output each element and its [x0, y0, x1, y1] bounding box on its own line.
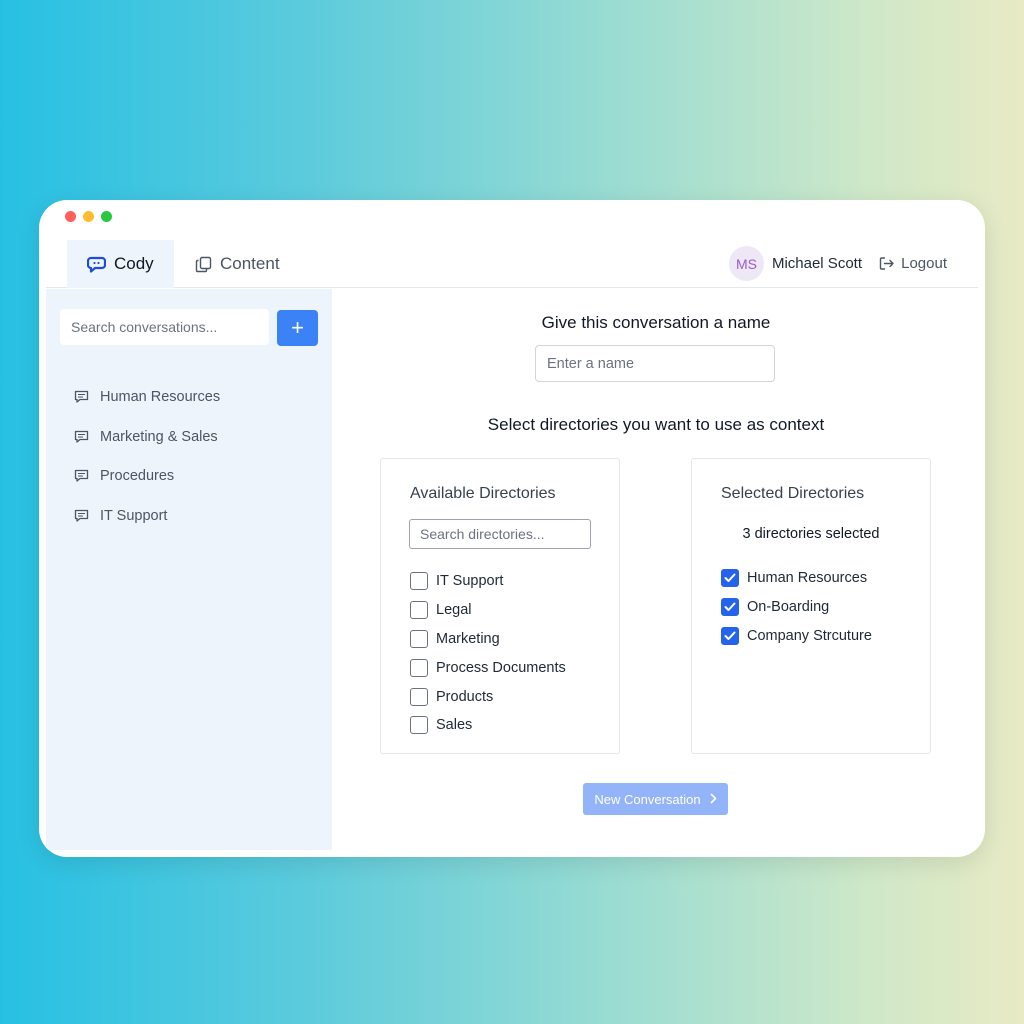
conversation-item-procedures[interactable]: Procedures — [74, 456, 220, 496]
app-window: Cody Content MS Michael Scott Logout Sea… — [39, 200, 985, 857]
conversation-label: Human Resources — [100, 388, 221, 405]
conversation-label: IT Support — [100, 507, 168, 524]
selected-directory-human-resources[interactable]: Human Resources — [721, 564, 872, 593]
directory-label: Marketing — [436, 630, 500, 647]
sidebar: + Human Resources Marketing & Sales Proc… — [46, 289, 332, 850]
conversation-label: Marketing & Sales — [100, 428, 218, 445]
chevron-right-icon — [710, 792, 717, 807]
user-name: Michael Scott — [771, 255, 862, 272]
directory-option-sales[interactable]: Sales — [410, 711, 566, 740]
logout-label: Logout — [901, 255, 947, 272]
tab-content-label: Content — [220, 254, 280, 273]
conversation-label: Procedures — [100, 468, 175, 485]
directory-label: Products — [436, 688, 494, 705]
available-directories-title: Available Directories — [410, 485, 556, 502]
conversation-name-heading: Give this conversation a name — [541, 313, 771, 332]
checkbox[interactable] — [410, 716, 428, 735]
conversation-item-marketing-sales[interactable]: Marketing & Sales — [74, 417, 220, 457]
context-heading: Select directories you want to use as co… — [487, 415, 825, 434]
plus-icon: + — [291, 315, 304, 340]
chat-bubble-icon — [87, 256, 106, 273]
conversation-name-input[interactable] — [535, 345, 775, 382]
directory-label: Sales — [436, 717, 473, 734]
copy-icon — [195, 256, 212, 273]
selected-directories-list: Human Resources On-Boarding Company Strc… — [721, 564, 872, 650]
directory-option-marketing[interactable]: Marketing — [410, 625, 566, 654]
checkmark-icon — [724, 573, 736, 583]
message-icon — [74, 509, 89, 523]
minimize-window-button[interactable] — [83, 211, 94, 222]
directory-option-products[interactable]: Products — [410, 682, 566, 711]
new-conversation-label: New Conversation — [594, 791, 701, 807]
maximize-window-button[interactable] — [101, 211, 112, 222]
checkbox[interactable] — [410, 687, 428, 706]
selected-directories-panel: Selected Directories 3 directories selec… — [691, 458, 931, 754]
selected-directory-company-structure[interactable]: Company Strcuture — [721, 622, 872, 651]
directory-option-it-support[interactable]: IT Support — [410, 567, 566, 596]
logout-button[interactable]: Logout — [879, 255, 947, 272]
message-icon — [74, 469, 89, 483]
selected-directories-title: Selected Directories — [721, 485, 865, 502]
search-directories-input[interactable] — [409, 519, 591, 549]
add-conversation-button[interactable]: + — [277, 310, 318, 346]
selected-directory-on-boarding[interactable]: On-Boarding — [721, 593, 872, 622]
directory-label: Process Documents — [436, 659, 566, 676]
window-controls — [65, 211, 112, 222]
directory-option-process-documents[interactable]: Process Documents — [410, 653, 566, 682]
checkmark-icon — [724, 631, 736, 640]
message-icon — [74, 390, 89, 404]
available-directories-list: IT Support Legal Marketing Process Docum… — [410, 567, 566, 740]
checkbox-checked[interactable] — [721, 598, 739, 617]
avatar: MS — [728, 246, 764, 281]
new-conversation-button[interactable]: New Conversation — [583, 783, 728, 815]
available-directories-panel: Available Directories IT Support Legal M… — [380, 458, 620, 754]
top-navigation: Cody Content MS Michael Scott Logout — [46, 240, 978, 288]
tab-content[interactable]: Content — [191, 240, 280, 288]
checkmark-icon — [724, 602, 736, 612]
checkbox-checked[interactable] — [721, 626, 739, 645]
directory-option-legal[interactable]: Legal — [410, 596, 566, 625]
user-menu[interactable]: MS Michael Scott — [728, 246, 862, 281]
checkbox[interactable] — [410, 572, 428, 591]
checkbox[interactable] — [410, 658, 428, 677]
close-window-button[interactable] — [65, 211, 76, 222]
checkbox[interactable] — [410, 629, 428, 648]
conversation-item-human-resources[interactable]: Human Resources — [74, 377, 220, 417]
directory-label: IT Support — [436, 573, 504, 590]
directory-label: Legal — [436, 602, 472, 619]
logout-icon — [879, 256, 895, 271]
checkbox-checked[interactable] — [721, 569, 739, 588]
search-conversations-input[interactable] — [60, 309, 269, 345]
main-panel: Give this conversation a name Select dir… — [333, 289, 985, 857]
tab-cody-label: Cody — [114, 254, 154, 273]
checkbox[interactable] — [410, 601, 428, 620]
conversation-item-it-support[interactable]: IT Support — [74, 496, 220, 536]
directory-label: Human Resources — [747, 570, 868, 587]
directory-label: Company Strcuture — [747, 627, 872, 644]
directory-label: On-Boarding — [747, 599, 830, 616]
tab-cody[interactable]: Cody — [67, 240, 174, 288]
selected-count: 3 directories selected — [742, 526, 880, 542]
conversation-list: Human Resources Marketing & Sales Proced… — [74, 377, 220, 536]
message-icon — [74, 430, 89, 444]
